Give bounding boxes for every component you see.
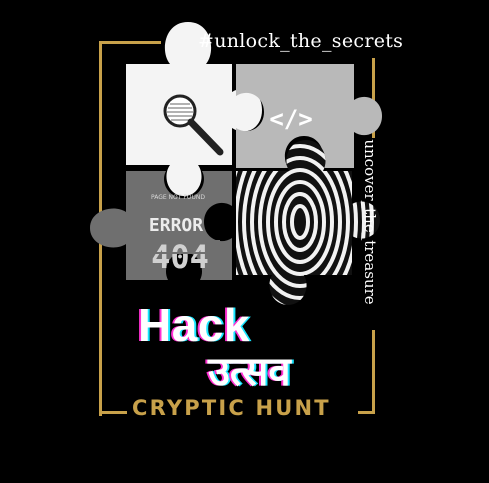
title-utsav: उत्सव xyxy=(208,349,291,395)
code-icon: </> xyxy=(269,105,312,133)
poster: </> PAGE NOT FOUND ERROR 404 #unlock_the… xyxy=(0,0,489,483)
subtitle-cryptic-hunt: CRYPTIC HUNT xyxy=(132,396,331,420)
svg-text:404: 404 xyxy=(151,238,209,276)
svg-text:ERROR: ERROR xyxy=(149,215,203,236)
vertical-tag-text: uncover_the_treasure xyxy=(361,139,379,305)
svg-text:PAGE NOT FOUND: PAGE NOT FOUND xyxy=(151,194,205,201)
hashtag-text: #unlock_the_secrets xyxy=(198,30,404,52)
